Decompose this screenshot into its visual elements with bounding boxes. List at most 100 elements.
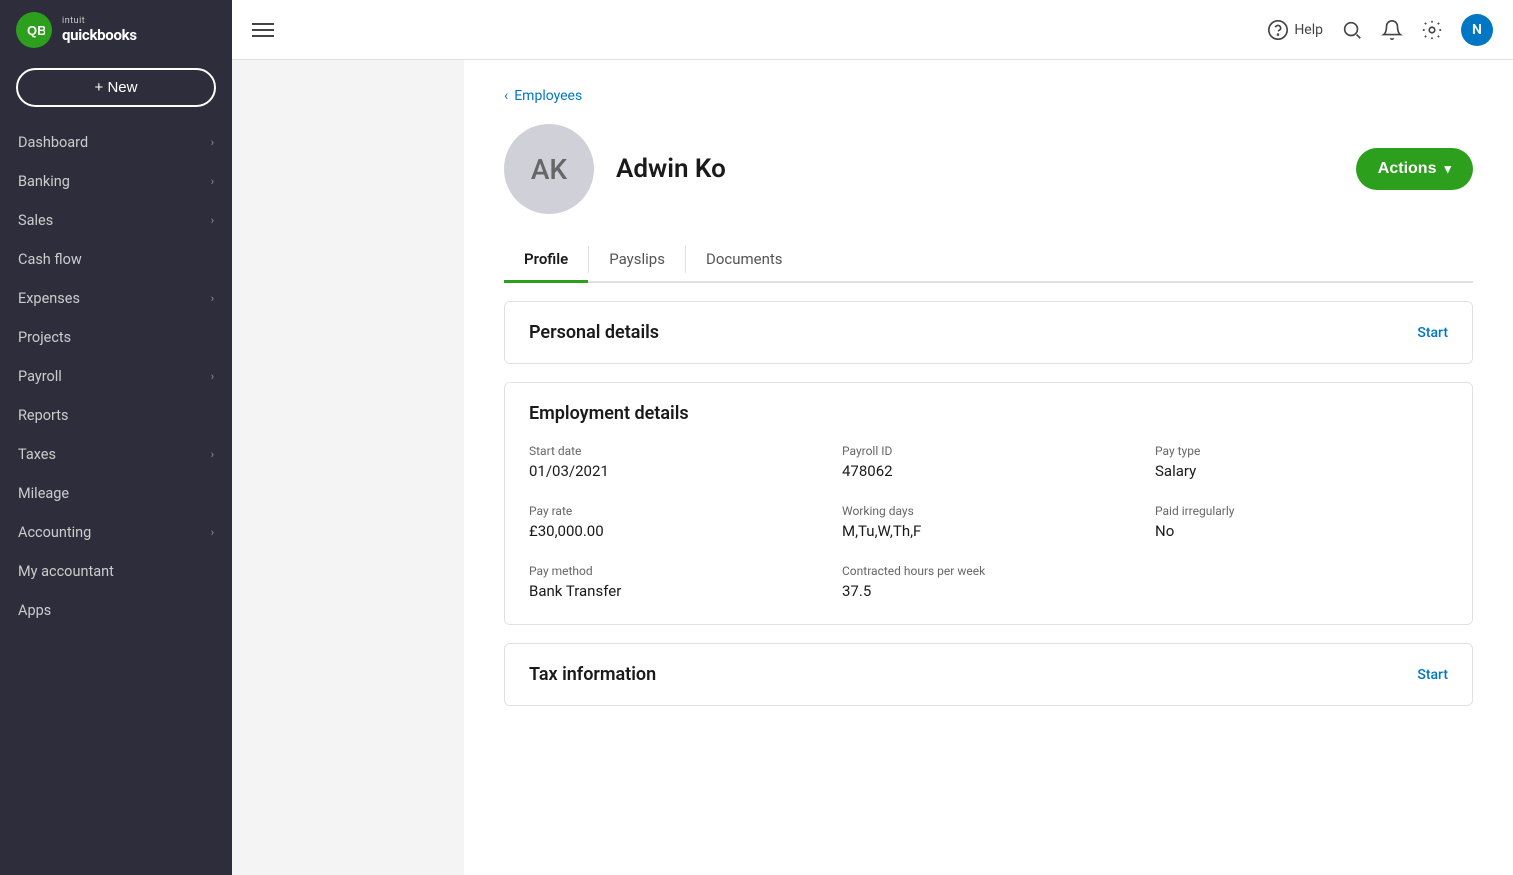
detail-paid-irregularly-label: Paid irregularly: [1155, 504, 1448, 518]
new-button[interactable]: + New: [16, 68, 216, 107]
sidebar-item-label: Apps: [18, 602, 51, 619]
sidebar-item-label: Mileage: [18, 485, 69, 502]
sidebar-item-apps[interactable]: Apps: [0, 591, 232, 630]
sidebar: QB intuit quickbooks + New Dashboard › B…: [0, 0, 232, 875]
sidebar-item-label: Sales: [18, 212, 53, 229]
sidebar-item-label: Reports: [18, 407, 69, 424]
sidebar-nav: Dashboard › Banking › Sales › Cash flow …: [0, 123, 232, 875]
employee-name: Adwin Ko: [616, 154, 1334, 184]
detail-working-days-label: Working days: [842, 504, 1135, 518]
help-button[interactable]: Help: [1267, 19, 1323, 41]
detail-payroll-id: Payroll ID 478062: [842, 444, 1135, 480]
detail-contracted-hours: Contracted hours per week 37.5: [842, 564, 1135, 600]
employee-header: AK Adwin Ko Actions ▾: [504, 124, 1473, 214]
quickbooks-logo-icon: QB: [16, 12, 52, 48]
personal-details-title: Personal details: [529, 322, 659, 343]
chevron-right-icon: ›: [211, 214, 214, 227]
detail-pay-rate-label: Pay rate: [529, 504, 822, 518]
detail-pay-rate-value: £30,000.00: [529, 522, 822, 540]
sidebar-item-cashflow[interactable]: Cash flow: [0, 240, 232, 279]
employee-initials: AK: [531, 153, 567, 186]
sidebar-item-label: Taxes: [18, 446, 56, 463]
sidebar-item-accounting[interactable]: Accounting ›: [0, 513, 232, 552]
detail-start-date-label: Start date: [529, 444, 822, 458]
sidebar-item-label: Payroll: [18, 368, 62, 385]
actions-label: Actions: [1378, 160, 1437, 178]
breadcrumb[interactable]: ‹ Employees: [504, 88, 1473, 104]
sidebar-item-reports[interactable]: Reports: [0, 396, 232, 435]
detail-pay-rate: Pay rate £30,000.00: [529, 504, 822, 540]
detail-paid-irregularly: Paid irregularly No: [1155, 504, 1448, 540]
settings-button[interactable]: [1421, 19, 1443, 41]
tab-payslips-label: Payslips: [609, 250, 665, 268]
tax-information-header: Tax information Start: [505, 644, 1472, 705]
detail-pay-type-value: Salary: [1155, 462, 1448, 480]
breadcrumb-label: Employees: [514, 88, 582, 104]
chevron-right-icon: ›: [211, 136, 214, 149]
detail-pay-method-value: Bank Transfer: [529, 582, 822, 600]
chevron-right-icon: ›: [211, 175, 214, 188]
detail-payroll-id-value: 478062: [842, 462, 1135, 480]
tax-information-title: Tax information: [529, 664, 656, 685]
sidebar-item-mileage[interactable]: Mileage: [0, 474, 232, 513]
sidebar-item-label: Dashboard: [18, 134, 88, 151]
tabs: Profile Payslips Documents: [504, 238, 1473, 283]
detail-pay-type-label: Pay type: [1155, 444, 1448, 458]
sidebar-item-taxes[interactable]: Taxes ›: [0, 435, 232, 474]
topbar: Help N: [232, 0, 1513, 60]
detail-pay-method-label: Pay method: [529, 564, 822, 578]
sidebar-item-label: Expenses: [18, 290, 80, 307]
tab-payslips[interactable]: Payslips: [589, 238, 685, 283]
sidebar-item-label: Cash flow: [18, 251, 82, 268]
chevron-right-icon: ›: [211, 448, 214, 461]
employment-details-title: Employment details: [529, 403, 1448, 424]
notifications-button[interactable]: [1381, 19, 1403, 41]
tab-documents-label: Documents: [706, 250, 783, 268]
sidebar-item-payroll[interactable]: Payroll ›: [0, 357, 232, 396]
help-label: Help: [1294, 22, 1323, 38]
detail-pay-type: Pay type Salary: [1155, 444, 1448, 480]
detail-working-days: Working days M,Tu,W,Th,F: [842, 504, 1135, 540]
employee-avatar: AK: [504, 124, 594, 214]
tab-profile-label: Profile: [524, 250, 568, 268]
detail-pay-method: Pay method Bank Transfer: [529, 564, 822, 600]
sidebar-item-dashboard[interactable]: Dashboard ›: [0, 123, 232, 162]
sidebar-header: QB intuit quickbooks: [0, 0, 232, 60]
detail-contracted-hours-value: 37.5: [842, 582, 1135, 600]
detail-contracted-hours-label: Contracted hours per week: [842, 564, 1135, 578]
tab-documents[interactable]: Documents: [686, 238, 803, 283]
employment-details-section: Employment details Start date 01/03/2021…: [504, 382, 1473, 625]
search-button[interactable]: [1341, 19, 1363, 41]
sidebar-item-expenses[interactable]: Expenses ›: [0, 279, 232, 318]
detail-start-date-value: 01/03/2021: [529, 462, 822, 480]
new-button-label: + New: [95, 79, 138, 96]
employment-details-body: Employment details Start date 01/03/2021…: [505, 383, 1472, 624]
tax-information-start-link[interactable]: Start: [1417, 667, 1448, 683]
actions-button[interactable]: Actions ▾: [1356, 148, 1473, 190]
chevron-right-icon: ›: [211, 526, 214, 539]
tax-information-section: Tax information Start: [504, 643, 1473, 706]
personal-details-header: Personal details Start: [505, 302, 1472, 363]
sidebar-item-projects[interactable]: Projects: [0, 318, 232, 357]
quickbooks-label: quickbooks: [62, 27, 137, 44]
sidebar-item-my-accountant[interactable]: My accountant: [0, 552, 232, 591]
sidebar-item-banking[interactable]: Banking ›: [0, 162, 232, 201]
svg-text:QB: QB: [27, 23, 45, 38]
detail-payroll-id-label: Payroll ID: [842, 444, 1135, 458]
sidebar-item-sales[interactable]: Sales ›: [0, 201, 232, 240]
detail-working-days-value: M,Tu,W,Th,F: [842, 522, 1135, 540]
tab-profile[interactable]: Profile: [504, 238, 588, 283]
sidebar-item-label: Projects: [18, 329, 71, 346]
employment-detail-grid: Start date 01/03/2021 Payroll ID 478062 …: [529, 444, 1448, 600]
chevron-right-icon: ›: [211, 292, 214, 305]
back-icon: ‹: [504, 88, 508, 104]
personal-details-start-link[interactable]: Start: [1417, 325, 1448, 341]
chevron-right-icon: ›: [211, 370, 214, 383]
hamburger-menu-button[interactable]: [252, 23, 274, 37]
sidebar-item-label: Accounting: [18, 524, 91, 541]
personal-details-section: Personal details Start: [504, 301, 1473, 364]
detail-start-date: Start date 01/03/2021: [529, 444, 822, 480]
sidebar-item-label: My accountant: [18, 563, 114, 580]
user-initial: N: [1472, 22, 1482, 38]
user-avatar[interactable]: N: [1461, 14, 1493, 46]
